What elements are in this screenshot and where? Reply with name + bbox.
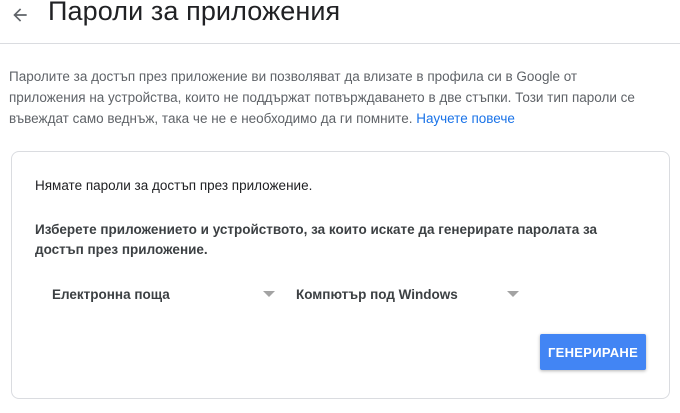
caret-down-icon — [507, 291, 519, 297]
no-passwords-message: Нямате пароли за достъп през приложение. — [35, 178, 313, 193]
app-select-dropdown[interactable]: Електронна поща — [52, 278, 277, 310]
generate-button[interactable]: ГЕНЕРИРАНЕ — [540, 334, 646, 370]
app-passwords-card: Нямате пароли за достъп през приложение.… — [11, 151, 670, 399]
page-header: Пароли за приложения — [0, 0, 680, 44]
device-select-value: Компютър под Windows — [296, 286, 458, 302]
caret-down-icon — [263, 291, 275, 297]
page-description: Паролите за достъп през приложение ви по… — [9, 66, 649, 129]
back-button[interactable] — [8, 3, 32, 27]
device-select-dropdown[interactable]: Компютър под Windows — [296, 278, 531, 310]
app-select-value: Електронна поща — [52, 286, 170, 302]
arrow-left-icon — [13, 8, 27, 22]
description-text: Паролите за достъп през приложение ви по… — [9, 69, 635, 126]
page-title: Пароли за приложения — [48, 0, 341, 26]
select-app-device-label: Изберете приложението и устройството, за… — [35, 222, 598, 257]
learn-more-link[interactable]: Научете повече — [416, 111, 515, 126]
